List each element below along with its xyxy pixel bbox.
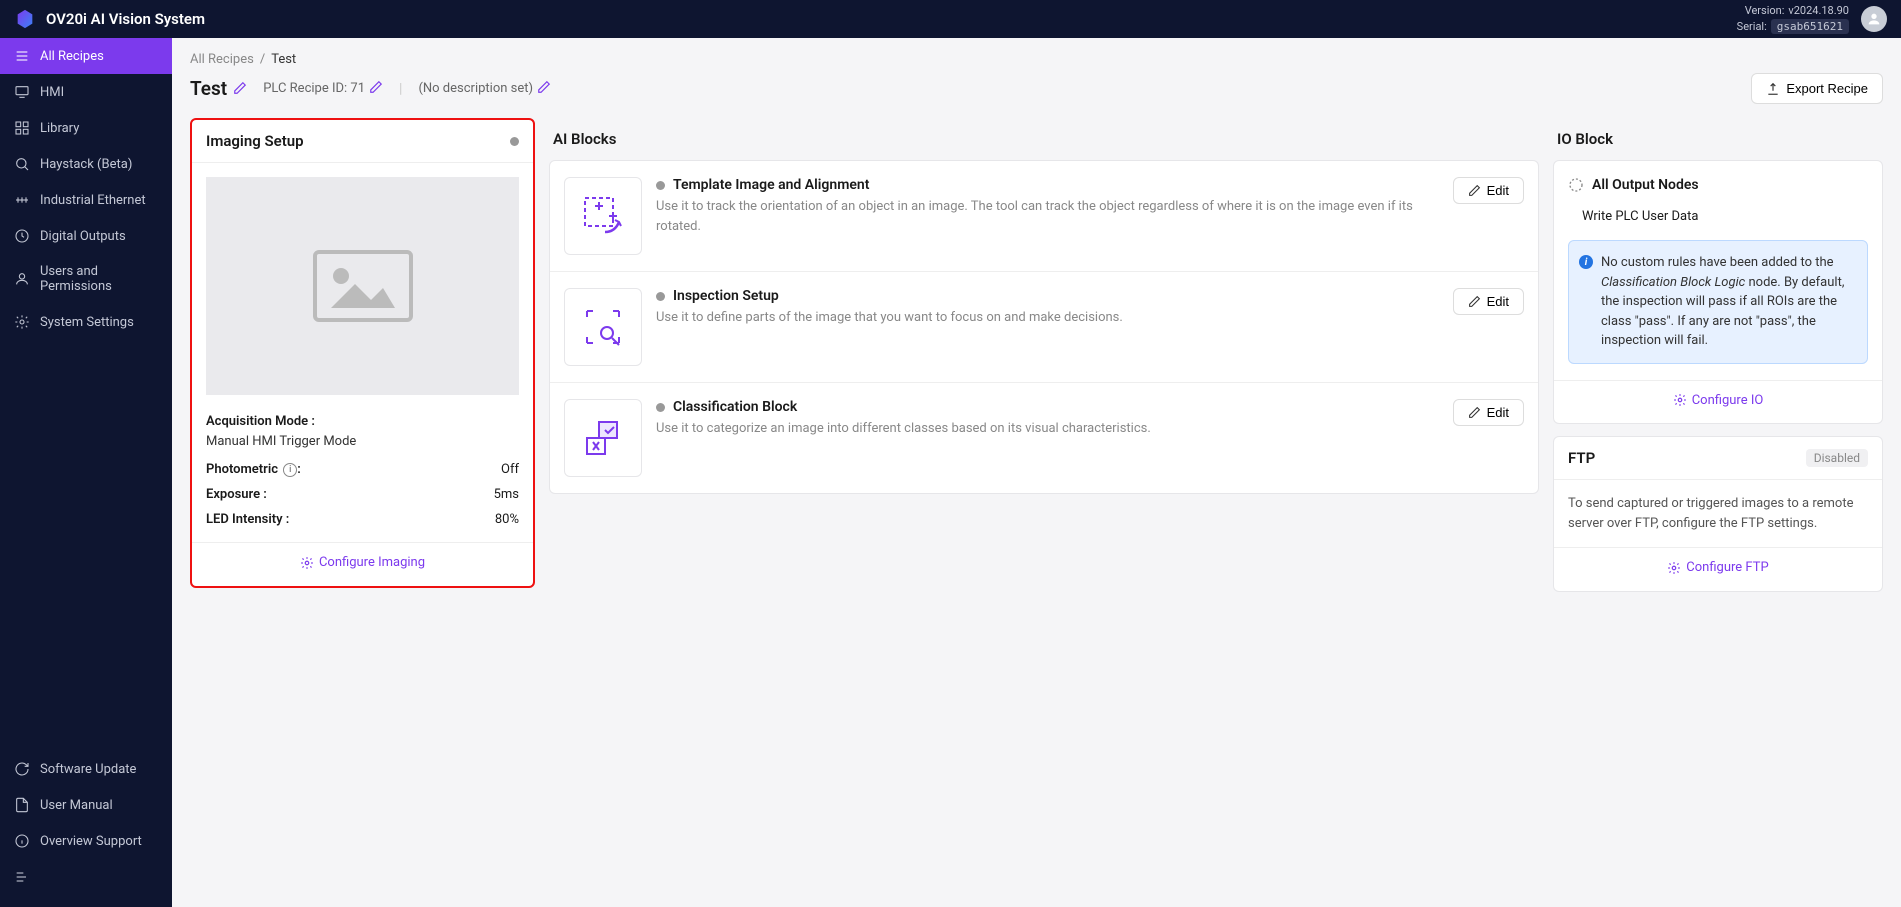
sidebar-collapse-toggle[interactable] — [0, 859, 172, 899]
ai-block-classification: Classification Block Use it to categoriz… — [550, 383, 1538, 493]
led-intensity-value: 80% — [495, 512, 519, 527]
photometric-info-icon[interactable]: i — [283, 463, 297, 477]
breadcrumb-current: Test — [271, 52, 296, 67]
edit-classification-button[interactable]: Edit — [1453, 399, 1524, 426]
sidebar-item-digital-outputs[interactable]: Digital Outputs — [0, 218, 172, 254]
image-preview-placeholder — [206, 177, 519, 395]
imaging-setup-card: Imaging Setup Acquisition Mode : Manual … — [190, 118, 535, 588]
serial-label: Serial: — [1737, 20, 1767, 33]
breadcrumb-root[interactable]: All Recipes — [190, 52, 254, 67]
configure-imaging-link[interactable]: Configure Imaging — [300, 555, 425, 570]
recipe-name: Test — [190, 77, 227, 100]
acquisition-mode-value: Manual HMI Trigger Mode — [206, 434, 519, 457]
sidebar-item-hmi[interactable]: HMI — [0, 74, 172, 110]
file-icon — [14, 797, 30, 813]
ftp-card: FTP Disabled To send captured or trigger… — [1553, 436, 1883, 592]
ftp-description: To send captured or triggered images to … — [1554, 480, 1882, 547]
inspection-block-name: Inspection Setup — [673, 288, 779, 304]
recipe-description: (No description set) — [418, 81, 533, 96]
app-header: OV20i AI Vision System Version:v2024.18.… — [0, 0, 1901, 38]
imaging-setup-title: Imaging Setup — [206, 132, 304, 150]
sidebar-item-all-recipes[interactable]: All Recipes — [0, 38, 172, 74]
edit-template-button[interactable]: Edit — [1453, 177, 1524, 204]
sidebar: All Recipes HMI Library Haystack (Beta) … — [0, 38, 172, 907]
inspection-status-dot — [656, 292, 665, 301]
serial-value: gsab651621 — [1771, 19, 1849, 34]
ftp-status-badge: Disabled — [1806, 449, 1868, 467]
template-alignment-icon — [564, 177, 642, 255]
classification-block-name: Classification Block — [673, 399, 797, 415]
user-avatar[interactable] — [1861, 6, 1887, 32]
sidebar-item-haystack[interactable]: Haystack (Beta) — [0, 146, 172, 182]
monitor-icon — [14, 84, 30, 100]
template-block-name: Template Image and Alignment — [673, 177, 869, 193]
configure-ftp-link[interactable]: Configure FTP — [1667, 560, 1768, 575]
sidebar-item-settings[interactable]: System Settings — [0, 304, 172, 340]
acquisition-mode-label: Acquisition Mode : — [206, 414, 315, 429]
edit-plc-id-icon[interactable] — [369, 80, 383, 98]
info-icon — [14, 833, 30, 849]
edit-inspection-button[interactable]: Edit — [1453, 288, 1524, 315]
photometric-label: Photometric — [206, 462, 278, 477]
list-icon — [14, 48, 30, 64]
app-title: OV20i AI Vision System — [46, 10, 205, 28]
classification-block-desc: Use it to categorize an image into diffe… — [656, 419, 1439, 439]
imaging-status-dot — [510, 137, 519, 146]
main-content: All Recipes/Test Test PLC Recipe ID: 71 … — [172, 38, 1901, 907]
export-recipe-button[interactable]: Export Recipe — [1751, 73, 1883, 104]
plc-recipe-id: PLC Recipe ID: 71 — [263, 81, 365, 96]
ai-block-inspection-setup: Inspection Setup Use it to define parts … — [550, 272, 1538, 383]
ai-blocks-card: Template Image and Alignment Use it to t… — [549, 160, 1539, 494]
edit-name-icon[interactable] — [233, 77, 247, 100]
photometric-value: Off — [501, 462, 519, 477]
io-block-title: IO Block — [1553, 118, 1883, 160]
sidebar-item-support[interactable]: Overview Support — [0, 823, 172, 859]
ai-block-template-alignment: Template Image and Alignment Use it to t… — [550, 161, 1538, 272]
info-icon: i — [1579, 255, 1593, 269]
exposure-label: Exposure : — [206, 487, 267, 502]
edit-description-icon[interactable] — [537, 80, 551, 98]
gear-icon — [14, 314, 30, 330]
template-block-desc: Use it to track the orientation of an ob… — [656, 197, 1439, 236]
sidebar-item-users[interactable]: Users and Permissions — [0, 254, 172, 304]
classification-status-dot — [656, 403, 665, 412]
refresh-icon — [14, 761, 30, 777]
sidebar-item-library[interactable]: Library — [0, 110, 172, 146]
write-plc-user-data[interactable]: Write PLC User Data — [1554, 201, 1882, 240]
classification-icon — [564, 399, 642, 477]
sidebar-item-user-manual[interactable]: User Manual — [0, 787, 172, 823]
all-output-nodes-label: All Output Nodes — [1592, 177, 1699, 193]
ftp-title: FTP — [1568, 449, 1595, 467]
search-icon — [14, 156, 30, 172]
ethernet-icon — [14, 192, 30, 208]
output-nodes-icon — [1568, 177, 1584, 193]
template-status-dot — [656, 181, 665, 190]
sidebar-item-industrial-ethernet[interactable]: Industrial Ethernet — [0, 182, 172, 218]
breadcrumb: All Recipes/Test — [172, 38, 1901, 67]
version-value: v2024.18.90 — [1788, 4, 1849, 17]
clock-icon — [14, 228, 30, 244]
io-info-box: i No custom rules have been added to the… — [1568, 240, 1868, 364]
configure-io-link[interactable]: Configure IO — [1673, 393, 1764, 408]
led-intensity-label: LED Intensity : — [206, 512, 289, 527]
version-label: Version: — [1745, 4, 1785, 17]
io-block-card: All Output Nodes Write PLC User Data i N… — [1553, 160, 1883, 424]
ai-blocks-title: AI Blocks — [549, 118, 1539, 160]
sidebar-item-software-update[interactable]: Software Update — [0, 751, 172, 787]
inspection-block-desc: Use it to define parts of the image that… — [656, 308, 1439, 328]
app-logo — [14, 8, 36, 30]
user-icon — [14, 271, 30, 287]
grid-icon — [14, 120, 30, 136]
exposure-value: 5ms — [494, 487, 519, 502]
inspection-setup-icon — [564, 288, 642, 366]
